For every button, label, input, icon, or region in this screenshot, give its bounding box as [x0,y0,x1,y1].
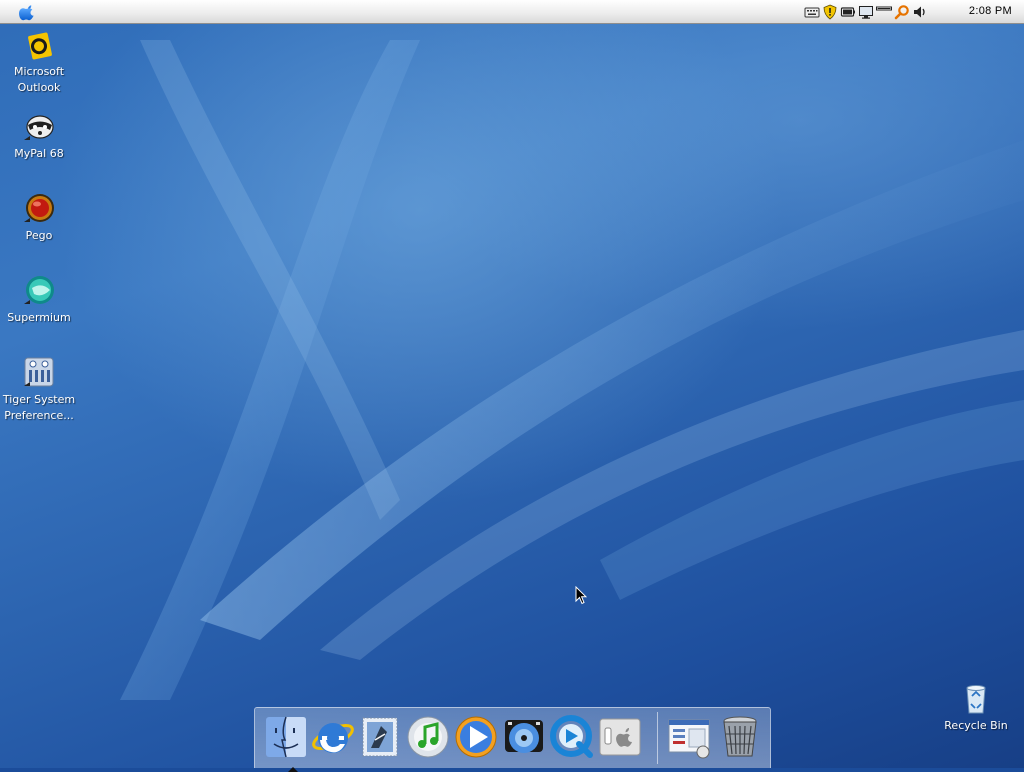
desktop-icon-recycle-bin[interactable]: Recycle Bin [937,682,1015,734]
desktop-icon-label: Recycle Bin [944,719,1008,732]
dvd-player-icon [505,720,543,753]
battery-icon[interactable] [840,4,856,20]
desktop-icon-label: Tiger System Preference... [2,393,76,422]
desktop-icon-tiger-system-preferences[interactable]: Tiger System Preference... [0,356,78,424]
desktop-icon-supermium[interactable]: Supermium [0,274,78,326]
system-tray [804,4,928,20]
dock-item-boot-camp[interactable] [597,714,643,760]
dock-item-trash[interactable] [717,714,763,760]
recycle-bin-icon [966,685,986,714]
desktop-icon-label: Supermium [7,311,71,324]
menu-bar-clock[interactable]: 2:08 PM [969,5,1012,17]
internet-explorer-icon [312,723,354,753]
desktop-icon-microsoft-outlook[interactable]: Microsoft Outlook [0,28,78,96]
dock-item-control-panel[interactable] [667,714,713,760]
dock-item-media-player[interactable] [453,714,499,760]
desktop-icon-mypal[interactable]: MyPal 68 [0,110,78,162]
supermium-icon [24,276,54,304]
dock-separator [657,712,658,764]
search-icon[interactable] [894,4,910,20]
shield-icon[interactable] [822,4,838,20]
media-player-icon [455,716,497,758]
dock-item-itunes[interactable] [405,714,451,760]
desktop-icon-pego[interactable]: Pego [0,192,78,244]
dock-item-dvd-player[interactable] [501,714,547,760]
raccoon-icon [24,115,54,140]
pego-icon [24,194,54,222]
desktop-wallpaper [0,0,1024,768]
quicktime-icon [550,715,593,758]
itunes-icon [407,716,449,758]
dock-item-finder[interactable] [263,714,309,772]
mail-stamp-icon [362,717,398,757]
control-panel-icon [668,719,710,759]
finder-icon [266,716,306,758]
dock-item-mail[interactable] [357,714,403,760]
mouse-cursor-icon [575,586,587,605]
system-preferences-icon [24,357,54,387]
desktop-icon-label: MyPal 68 [14,147,64,160]
dock [254,707,771,772]
dock-item-quicktime[interactable] [549,714,595,760]
keyboard-icon[interactable] [804,4,820,20]
network-icon[interactable] [876,4,892,20]
boot-camp-icon [599,718,641,756]
apple-menu-icon[interactable] [18,2,38,22]
display-icon[interactable] [858,4,874,20]
outlook-icon [28,32,52,60]
trash-icon [723,716,757,757]
desktop-icon-label: Pego [25,229,53,242]
desktop-icon-label: Microsoft Outlook [13,65,65,94]
dock-item-internet-explorer[interactable] [310,714,356,760]
menu-bar: 2:08 PM [0,0,1024,24]
volume-icon[interactable] [912,4,928,20]
